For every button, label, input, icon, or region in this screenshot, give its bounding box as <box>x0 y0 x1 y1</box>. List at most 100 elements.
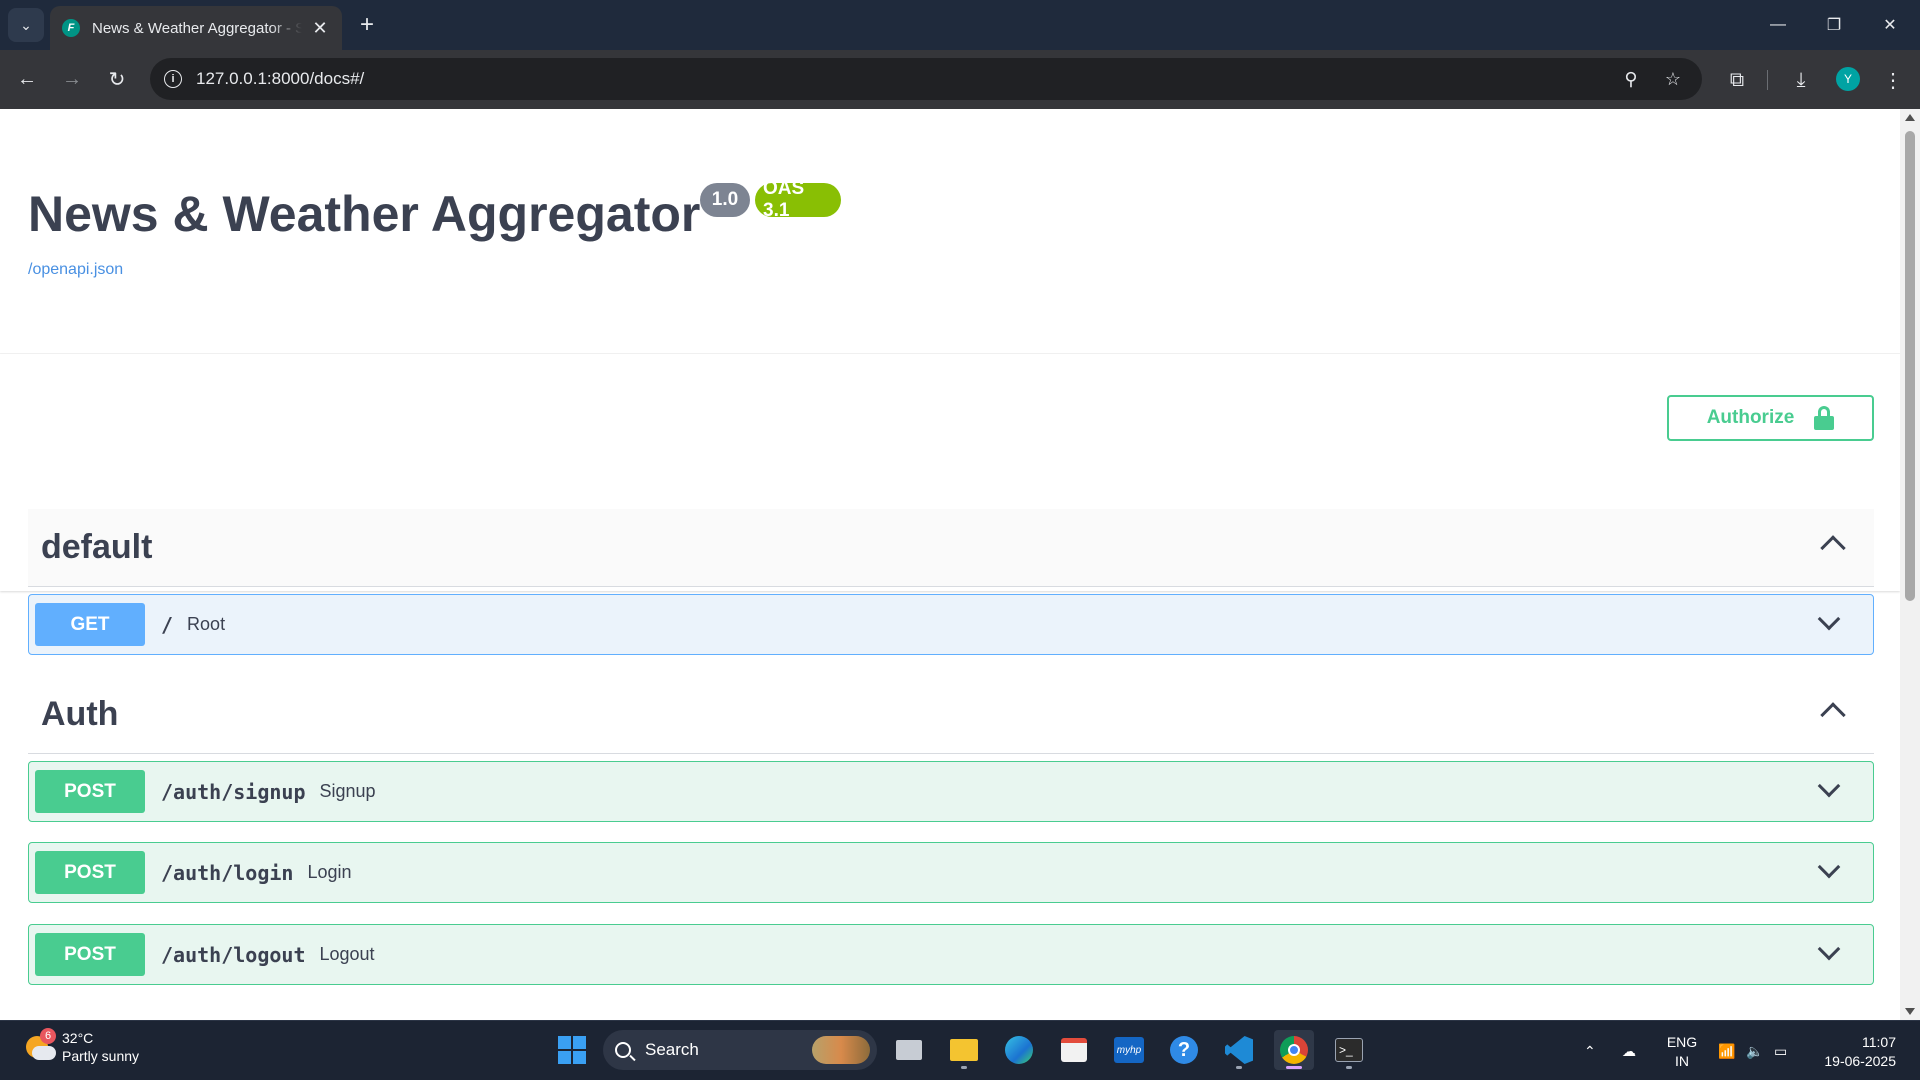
vscode-icon <box>1225 1036 1253 1064</box>
search-highlight-image <box>812 1036 870 1064</box>
weather-widget[interactable]: 6 32°C Partly sunny <box>26 1028 140 1065</box>
tag-section-auth[interactable]: Auth <box>28 676 1874 754</box>
start-button[interactable] <box>552 1030 592 1070</box>
chevron-down-icon[interactable] <box>1817 607 1841 631</box>
region-code: IN <box>1675 1053 1689 1069</box>
wifi-icon[interactable]: 📶 <box>1718 1021 1735 1080</box>
windows-logo-icon <box>558 1036 586 1064</box>
browser-tab-bar: ⌄ F News & Weather Aggregator - Swagger … <box>0 0 1920 50</box>
authorize-label: Authorize <box>1706 407 1795 428</box>
chevron-down-icon[interactable] <box>1817 937 1841 961</box>
chevron-down-icon: ⌄ <box>20 16 32 33</box>
battery-icon[interactable]: ▭ <box>1774 1021 1787 1080</box>
chevron-up-icon: ⌃ <box>1584 1042 1596 1059</box>
tag-section-default[interactable]: default <box>28 509 1874 587</box>
method-badge: GET <box>35 603 145 646</box>
openapi-json-link[interactable]: /openapi.json <box>28 261 123 279</box>
myhp-app[interactable]: myhp <box>1109 1030 1149 1070</box>
language-indicator[interactable]: ENG IN <box>1664 1033 1700 1071</box>
page-title: News & Weather Aggregator <box>28 186 701 242</box>
profile-avatar[interactable]: Y <box>1836 67 1860 91</box>
folder-icon <box>950 1039 978 1061</box>
method-badge: POST <box>35 933 145 976</box>
section-title: default <box>41 528 153 566</box>
downloads-icon[interactable]: ⤓ <box>1788 67 1814 93</box>
chevron-down-icon[interactable] <box>1817 855 1841 879</box>
operation-summary: Signup <box>319 781 376 801</box>
method-badge: POST <box>35 851 145 894</box>
operation-path: /auth/login <box>161 860 294 885</box>
operation-get-root[interactable]: GET / Root <box>28 594 1874 655</box>
browser-menu-icon[interactable]: ⋮ <box>1880 67 1906 93</box>
minimize-button[interactable]: — <box>1750 0 1806 50</box>
clock-time: 11:07 <box>1862 1034 1896 1050</box>
task-view-button[interactable] <box>889 1030 929 1070</box>
oas-version-badge: OAS 3.1 <box>755 178 841 221</box>
chevron-up-icon[interactable] <box>1820 702 1846 728</box>
extensions-icon[interactable]: ⧉ <box>1724 67 1750 93</box>
tab-close-icon[interactable]: ✕ <box>310 18 330 38</box>
operation-post-login[interactable]: POST /auth/login Login <box>28 842 1874 903</box>
weather-description: Partly sunny <box>62 1048 140 1064</box>
site-info-icon[interactable]: i <box>164 70 182 88</box>
page-scrollbar[interactable] <box>1900 109 1920 1020</box>
method-badge: POST <box>35 770 145 813</box>
tab-title: News & Weather Aggregator - Swagger UI <box>92 19 302 37</box>
restore-button[interactable]: ❐ <box>1806 0 1862 50</box>
address-bar[interactable]: i 127.0.0.1:8000/docs#/ ⚲ ☆ <box>150 58 1702 100</box>
bookmark-star-icon[interactable]: ☆ <box>1662 68 1684 90</box>
operation-post-logout[interactable]: POST /auth/logout Logout <box>28 924 1874 985</box>
task-view-icon <box>896 1040 922 1060</box>
reload-button[interactable]: ↻ <box>100 62 134 96</box>
authorize-button[interactable]: Authorize <box>1667 395 1874 441</box>
scroll-down-arrow-icon[interactable] <box>1905 1008 1915 1015</box>
microsoft-store-app[interactable] <box>1054 1030 1094 1070</box>
new-tab-button[interactable]: + <box>352 10 382 40</box>
edge-app[interactable] <box>999 1030 1039 1070</box>
chevron-up-icon[interactable] <box>1820 535 1846 561</box>
operation-path: /auth/signup <box>161 779 306 804</box>
volume-icon[interactable]: 🔈 <box>1746 1021 1763 1080</box>
partly-sunny-icon: 6 <box>26 1028 56 1062</box>
get-help-app[interactable]: ? <box>1164 1030 1204 1070</box>
weather-temperature: 32°C <box>62 1030 94 1046</box>
edge-icon <box>1005 1036 1033 1064</box>
back-button[interactable]: ← <box>10 62 44 96</box>
terminal-app[interactable]: >_ <box>1329 1030 1369 1070</box>
chrome-app[interactable] <box>1274 1030 1314 1070</box>
arrow-left-icon: ← <box>17 67 37 90</box>
browser-toolbar: ← → ↻ i 127.0.0.1:8000/docs#/ ⚲ ☆ ⧉ ⤓ Y … <box>0 50 1920 109</box>
operation-path: /auth/logout <box>161 942 306 967</box>
help-icon: ? <box>1170 1036 1198 1064</box>
clock-date: 19-06-2025 <box>1824 1053 1896 1069</box>
weather-alert-count: 6 <box>40 1028 56 1044</box>
onedrive-icon[interactable]: ☁ <box>1622 1021 1636 1080</box>
scrollbar-thumb[interactable] <box>1905 131 1915 601</box>
vscode-app[interactable] <box>1219 1030 1259 1070</box>
search-label: Search <box>645 1040 699 1059</box>
file-explorer-app[interactable] <box>944 1030 984 1070</box>
windows-taskbar: 6 32°C Partly sunny Search myhp ? >_ ⌃ ☁… <box>0 1020 1920 1080</box>
operation-summary: Logout <box>319 944 375 964</box>
swagger-page: News & Weather Aggregator 1.0 OAS 3.1 /o… <box>0 109 1900 1019</box>
toolbar-separator <box>1767 70 1768 90</box>
scroll-up-arrow-icon[interactable] <box>1905 114 1915 121</box>
forward-button[interactable]: → <box>55 62 89 96</box>
arrow-right-icon: → <box>62 67 82 90</box>
section-title: Auth <box>41 695 119 733</box>
browser-tab-active[interactable]: F News & Weather Aggregator - Swagger UI… <box>50 6 342 50</box>
chevron-down-icon[interactable] <box>1817 774 1841 798</box>
show-hidden-icons-button[interactable]: ⌃ <box>1584 1021 1596 1080</box>
close-window-button[interactable]: ✕ <box>1862 0 1918 50</box>
search-icon <box>615 1042 631 1058</box>
zoom-icon[interactable]: ⚲ <box>1620 68 1642 90</box>
myhp-icon: myhp <box>1114 1037 1144 1063</box>
tab-search-dropdown-button[interactable]: ⌄ <box>8 8 44 42</box>
operation-post-signup[interactable]: POST /auth/signup Signup <box>28 761 1874 822</box>
system-clock[interactable]: 11:07 19-06-2025 <box>1806 1033 1896 1071</box>
chrome-icon <box>1280 1036 1308 1064</box>
reload-icon: ↻ <box>108 68 126 91</box>
url-text[interactable]: 127.0.0.1:8000/docs#/ <box>196 69 364 89</box>
language-code: ENG <box>1666 1034 1698 1050</box>
unlocked-lock-icon <box>1814 406 1835 430</box>
